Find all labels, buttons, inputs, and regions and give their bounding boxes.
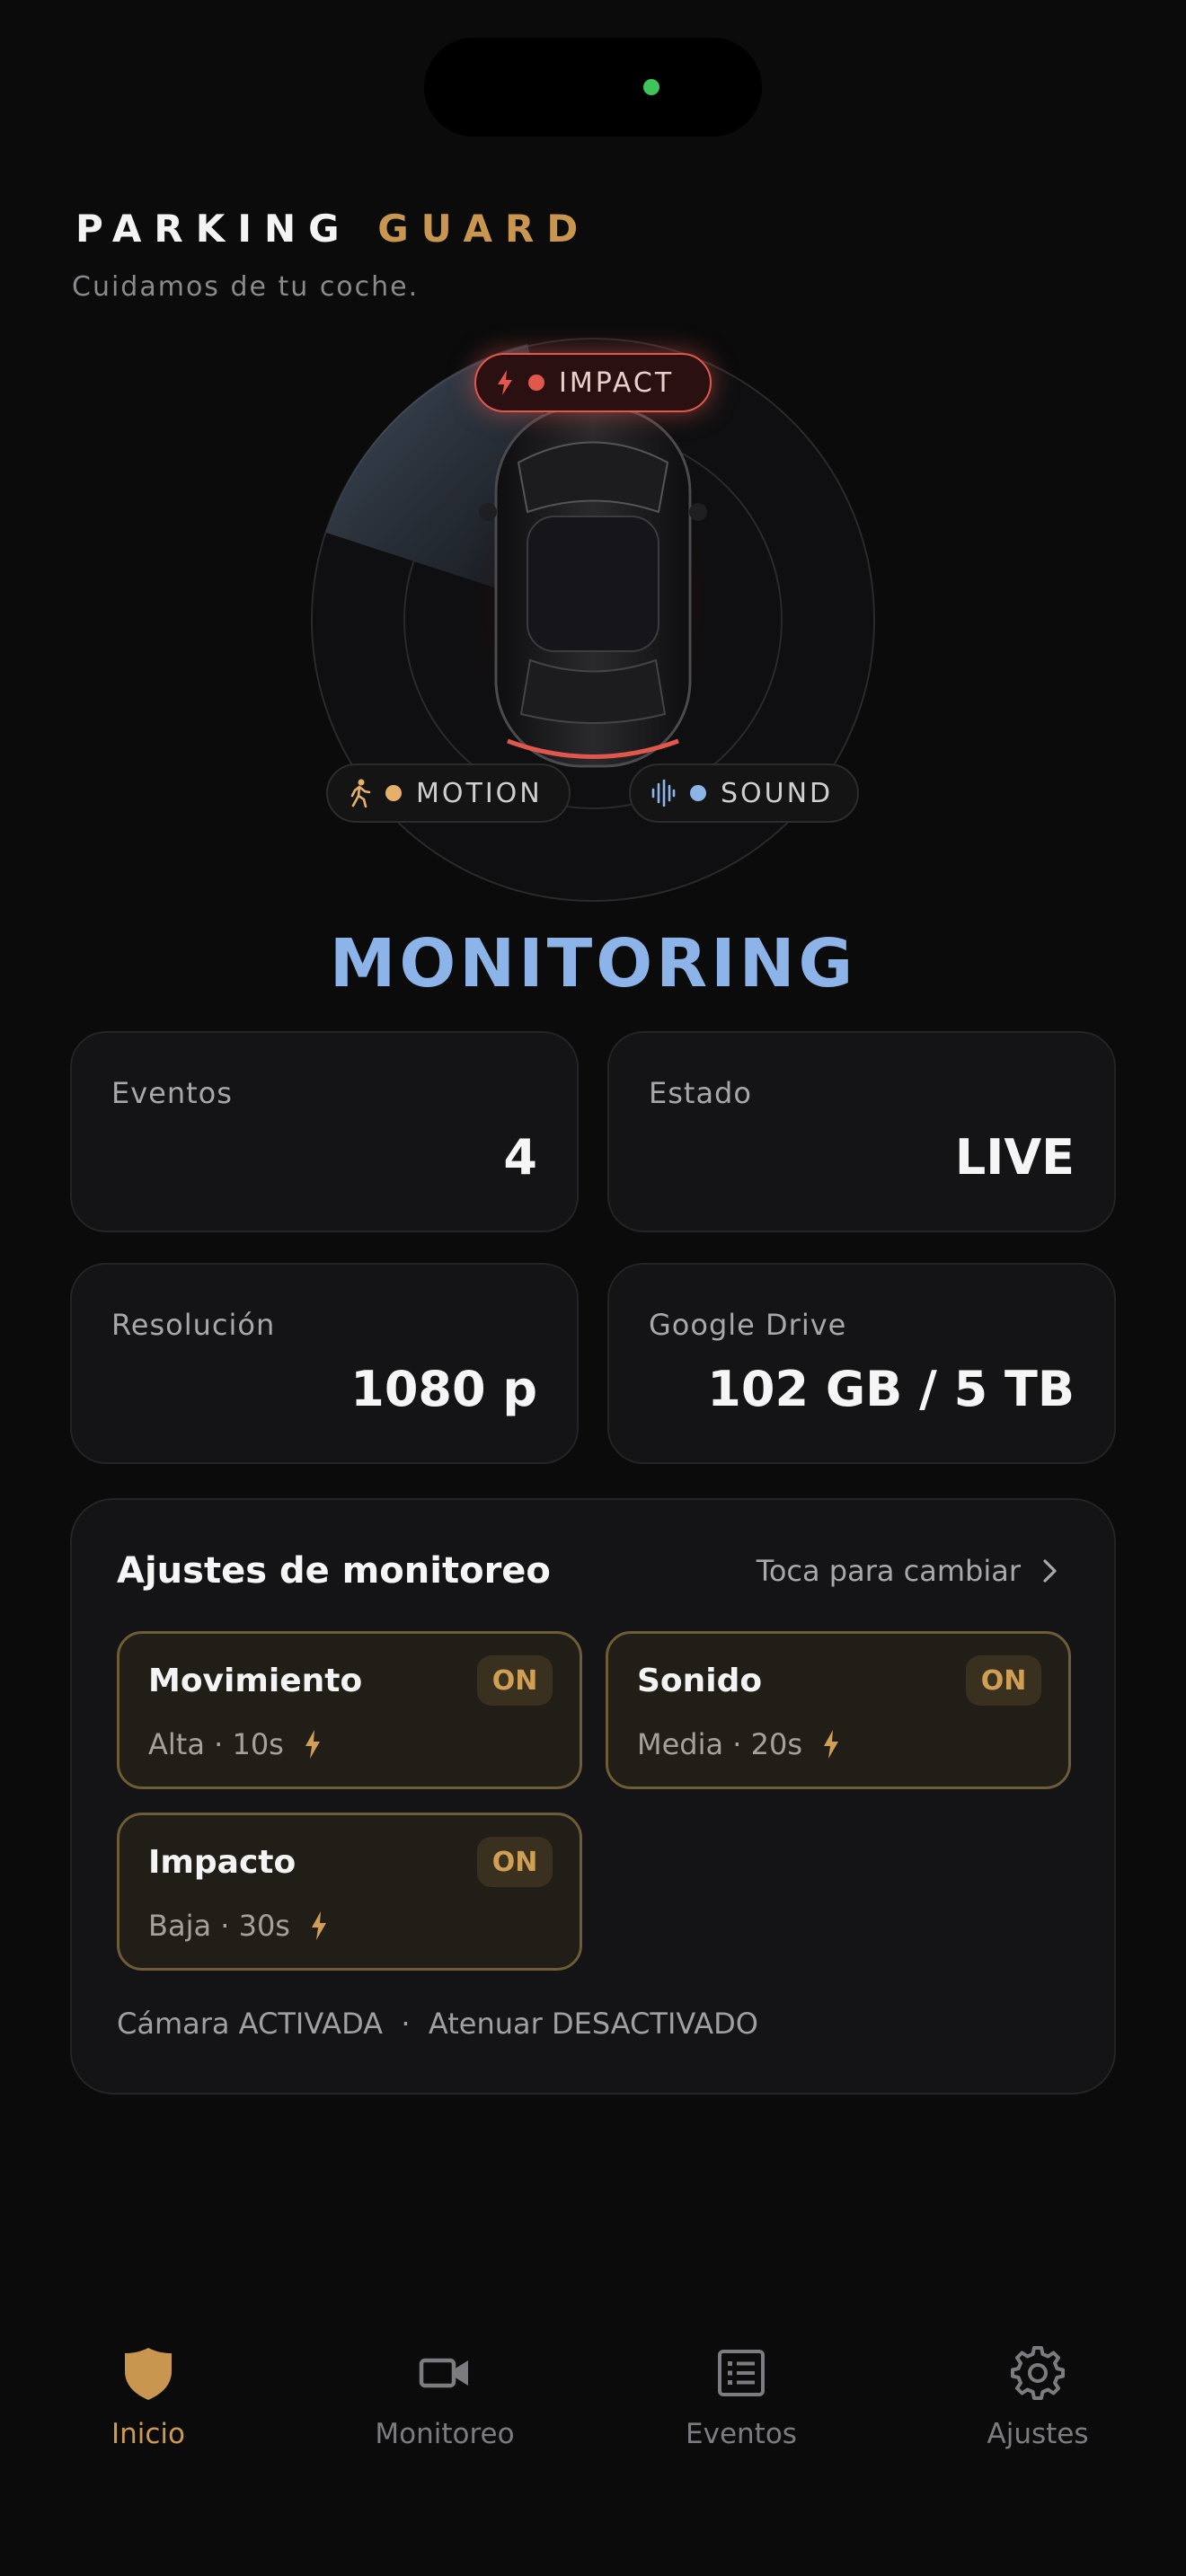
sound-dot [690,785,706,801]
bolt-icon [311,1911,326,1940]
stat-value: 4 [503,1129,537,1186]
bolt-icon [305,1730,320,1759]
stat-value: LIVE [954,1129,1075,1186]
setting-detail-text: Media · 20s [637,1727,803,1761]
stat-value: 102 GB / 5 TB [707,1361,1075,1417]
shield-icon [125,2348,172,2400]
tab-ajustes[interactable]: Ajustes [939,2344,1137,2450]
tab-label: Ajustes [987,2418,1089,2450]
motion-dot [385,785,402,801]
bolt-icon [824,1730,839,1759]
stat-card-resolution[interactable]: Resolución 1080 p [70,1263,579,1464]
monitoring-settings-panel[interactable]: Ajustes de monitoreo Toca para cambiar M… [70,1498,1116,2095]
gear-icon [1011,2346,1065,2400]
stat-card-google-drive[interactable]: Google Drive 102 GB / 5 TB [607,1263,1116,1464]
impact-indicator[interactable]: IMPACT [474,353,712,412]
tab-label: Inicio [111,2418,186,2450]
change-settings-label: Toca para cambiar [756,1554,1021,1588]
setting-name: Movimiento [148,1663,363,1699]
setting-sound[interactable]: Sonido ON Media · 20s [606,1631,1071,1789]
motion-indicator[interactable]: MOTION [326,763,571,823]
sound-wave-icon [651,780,676,807]
sound-label: SOUND [721,777,834,809]
stat-card-state[interactable]: Estado LIVE [607,1031,1116,1232]
tab-eventos[interactable]: Eventos [642,2344,840,2450]
chevron-right-icon [1043,1559,1057,1583]
running-person-icon [350,779,371,807]
change-settings-link[interactable]: Toca para cambiar [757,1554,1060,1588]
tab-inicio[interactable]: Inicio [49,2344,247,2450]
setting-name: Sonido [637,1663,763,1699]
setting-detail-text: Alta · 10s [148,1727,284,1761]
setting-impact[interactable]: Impacto ON Baja · 30s [117,1813,582,1971]
list-icon [718,2350,765,2396]
tab-label: Monitoreo [375,2418,515,2450]
stat-card-events[interactable]: Eventos 4 [70,1031,579,1232]
brand-word-guard: GUARD [377,207,591,251]
dynamic-island [424,38,762,137]
stat-label: Estado [649,1076,752,1110]
app-brand: PARKING GUARD [75,207,590,251]
setting-detail-text: Baja · 30s [148,1909,290,1943]
video-camera-icon [419,2358,468,2388]
status-badge: ON [477,1837,553,1887]
stat-label: Resolución [111,1308,276,1342]
tagline: Cuidamos de tu coche. [72,271,420,303]
setting-detail: Baja · 30s [148,1909,328,1943]
sound-indicator[interactable]: SOUND [629,763,859,823]
stat-value: 1080 p [350,1361,537,1417]
status-badge: ON [477,1655,553,1706]
setting-name: Impacto [148,1844,296,1881]
setting-detail: Alta · 10s [148,1727,322,1761]
impact-dot [528,375,544,391]
status-badge: ON [966,1655,1041,1706]
motion-label: MOTION [416,777,543,809]
stat-label: Google Drive [649,1308,847,1342]
setting-detail: Media · 20s [637,1727,840,1761]
bottom-tab-bar: Inicio Monitoreo Eventos Ajustes [0,2344,1186,2488]
impact-label: IMPACT [559,366,675,399]
monitoring-status-title: MONITORING [329,925,857,1002]
tab-label: Eventos [686,2418,797,2450]
bolt-icon [498,370,512,395]
brand-word-parking: PARKING [75,207,352,251]
setting-motion[interactable]: Movimiento ON Alta · 10s [117,1631,582,1789]
camera-status-text: Cámara ACTIVADA · Atenuar DESACTIVADO [117,2007,758,2041]
stat-label: Eventos [111,1076,233,1110]
camera-active-dot [643,79,659,95]
car-top-view [479,405,707,768]
tab-monitoreo[interactable]: Monitoreo [346,2344,544,2450]
panel-title: Ajustes de monitoreo [117,1550,551,1592]
